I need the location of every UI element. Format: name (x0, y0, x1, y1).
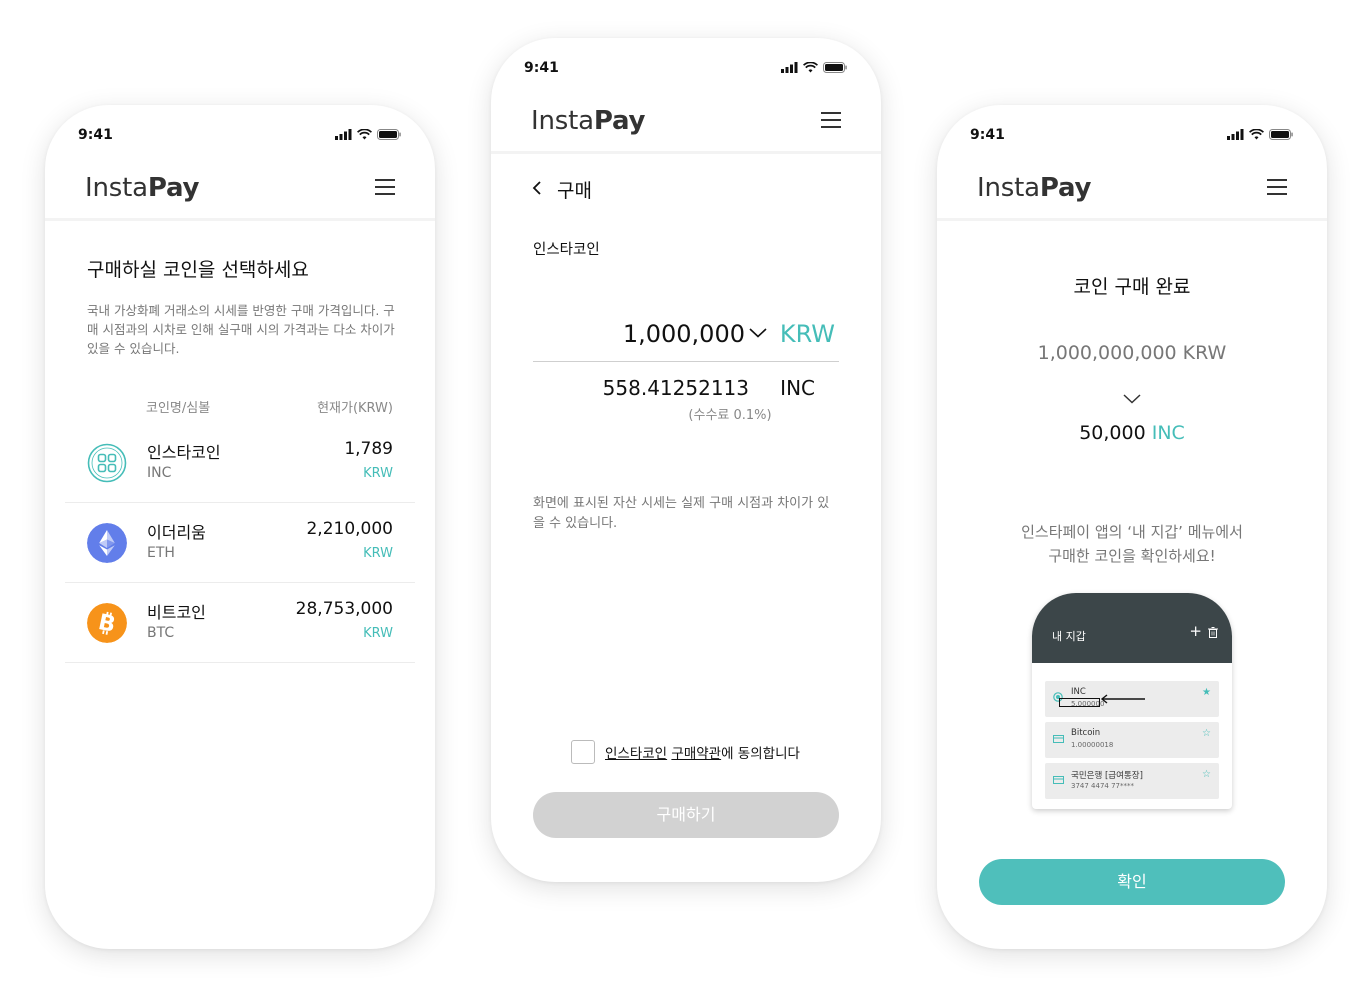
wallet-card-bitcoin: Bitcoin 1.00000018 ☆ (1045, 722, 1219, 758)
coin-row-ethereum[interactable]: 이더리움 ETH 2,210,000 KRW (65, 503, 415, 583)
agree-checkbox[interactable] (571, 740, 595, 764)
coin-price: 28,753,000 (295, 599, 393, 619)
coin-currency: KRW (363, 466, 393, 481)
wallet-card-inc: INC 5.000000 ★ (1045, 681, 1219, 717)
status-icons (781, 62, 847, 73)
purchase-screen: 9:41 InstaPay 구매 인스타코인 1,000,000 KRW 558… (491, 38, 881, 882)
paid-amount: 1,000,000,000 KRW (1037, 342, 1227, 364)
coin-label: 인스타코인 (533, 242, 600, 258)
coin-price: 1,789 (344, 439, 393, 459)
coin-symbol: BTC (147, 625, 175, 641)
app-header: InstaPay (491, 98, 881, 154)
status-bar: 9:41 (937, 105, 1327, 165)
price-description: 국내 가상화폐 거래소의 시세를 반영한 구매 가격입니다. 구매 시점과의 시… (87, 303, 395, 356)
status-time: 9:41 (970, 127, 1005, 143)
terms-link-purchase[interactable]: 구매약관 (671, 746, 721, 762)
confirm-button[interactable]: 확인 (979, 859, 1285, 905)
wallet-guide: 인스타페이 앱의 ‘내 지갑’ 메뉴에서 구매한 코인을 확인하세요! (1021, 523, 1243, 565)
amount-input[interactable]: 1,000,000 KRW (533, 308, 839, 362)
wifi-icon (357, 129, 372, 140)
result-currency: INC (780, 376, 815, 400)
price-notice: 화면에 표시된 자산 시세는 실제 구매 시점과 차이가 있을 수 있습니다. (533, 496, 830, 531)
highlight-box (1059, 698, 1100, 707)
hamburger-menu-icon[interactable] (1267, 179, 1287, 195)
signal-icon (781, 62, 798, 73)
coin-symbol: INC (147, 465, 172, 481)
bitcoin-icon: B (87, 603, 127, 643)
star-outline-icon: ☆ (1202, 769, 1211, 780)
instapay-logo: InstaPay (85, 173, 200, 203)
chevron-down-icon[interactable] (749, 328, 767, 338)
page-title: 구매 (557, 180, 592, 202)
instapay-logo: InstaPay (977, 173, 1092, 203)
coin-row-bitcoin[interactable]: B 비트코인 BTC 28,753,000 KRW (65, 583, 415, 663)
buy-button[interactable]: 구매하기 (533, 792, 839, 838)
app-header: InstaPay (45, 165, 435, 221)
agree-label: 인스타코인 구매약관에 동의합니다 (605, 746, 800, 762)
coin-select-screen: 9:41 InstaPay 구매하실 코인을 선택하세요 국내 가상화폐 거래소… (45, 105, 435, 949)
coin-name: 비트코인 (147, 603, 206, 622)
arrow-left-icon (1100, 694, 1145, 704)
column-header-name: 코인명/심볼 (146, 401, 211, 416)
coin-name: 이더리움 (147, 523, 206, 542)
wifi-icon (803, 62, 818, 73)
result-amount: 558.41252113 (602, 376, 749, 400)
wallet-preview-title: 내 지갑 (1052, 630, 1086, 643)
signal-icon (1227, 129, 1244, 140)
amount-currency: KRW (779, 320, 835, 348)
coin-row-instacoin[interactable]: 인스타코인 INC 1,789 KRW (65, 423, 415, 503)
star-outline-icon: ☆ (1202, 728, 1211, 739)
app-header: InstaPay (937, 165, 1327, 221)
hamburger-menu-icon[interactable] (375, 179, 395, 195)
status-time: 9:41 (524, 60, 559, 76)
purchase-complete-screen: 9:41 InstaPay 코인 구매 완료 1,000,000,000 KRW… (937, 105, 1327, 949)
wifi-icon (1249, 129, 1264, 140)
coin-name: 인스타코인 (147, 443, 221, 462)
instapay-logo: InstaPay (531, 106, 646, 136)
fee-note: (수수료 0.1%) (688, 408, 772, 423)
ethereum-icon (87, 523, 127, 563)
status-icons (335, 129, 401, 140)
battery-icon (823, 62, 847, 73)
page-heading: 구매하실 코인을 선택하세요 (87, 259, 309, 281)
status-time: 9:41 (78, 127, 113, 143)
wallet-preview-header: 내 지갑 + (1032, 593, 1232, 663)
received-amount: 50,000 INC (1079, 422, 1185, 444)
wallet-card-bank: 국민은행 [급여통장] 3747 4474 77**** ☆ (1045, 763, 1219, 799)
coin-symbol: ETH (147, 545, 175, 561)
coin-currency: KRW (363, 626, 393, 641)
amount-value: 1,000,000 (622, 320, 745, 348)
card-icon (1053, 735, 1064, 743)
trash-icon (1208, 627, 1218, 638)
coin-price: 2,210,000 (306, 519, 393, 539)
complete-title: 코인 구매 완료 (1073, 276, 1191, 298)
instacoin-icon (87, 443, 127, 483)
chevron-left-icon[interactable] (531, 180, 543, 196)
wallet-preview: 내 지갑 + INC 5.000000 ★ Bitcoin 1.00000018… (1032, 593, 1232, 809)
status-bar: 9:41 (491, 38, 881, 98)
coin-currency: KRW (363, 546, 393, 561)
battery-icon (377, 129, 401, 140)
signal-icon (335, 129, 352, 140)
terms-link-coin[interactable]: 인스타코인 (605, 746, 667, 762)
plus-icon: + (1189, 622, 1202, 640)
star-filled-icon: ★ (1202, 687, 1211, 698)
battery-icon (1269, 129, 1293, 140)
status-icons (1227, 129, 1293, 140)
status-bar: 9:41 (45, 105, 435, 165)
chevron-down-icon (1123, 394, 1141, 404)
card-icon (1053, 776, 1064, 784)
column-header-price: 현재가(KRW) (317, 401, 393, 416)
hamburger-menu-icon[interactable] (821, 112, 841, 128)
